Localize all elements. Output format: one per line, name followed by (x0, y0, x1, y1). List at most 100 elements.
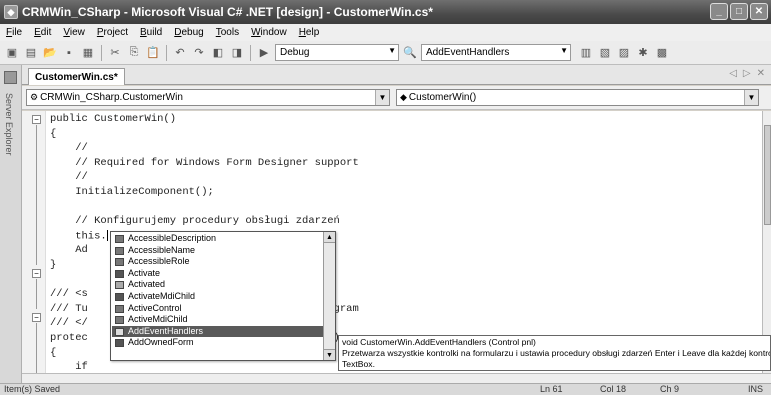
code-line: // Required for Windows Form Designer su… (50, 156, 359, 169)
redo-icon[interactable]: ↷ (191, 45, 207, 61)
tooltip-description-cont: TextBox. (342, 359, 375, 369)
intellisense-item[interactable]: Activated (112, 279, 323, 291)
close-tab-icon[interactable]: ✕ (757, 68, 765, 79)
server-explorer-label[interactable]: Server Explorer (4, 93, 14, 156)
server-explorer-icon[interactable] (4, 71, 17, 84)
collapse-icon[interactable]: − (32, 269, 41, 278)
method-icon (115, 269, 124, 278)
intellisense-item-label: ActivateMdiChild (128, 291, 196, 301)
status-line: Ln 61 (540, 384, 563, 394)
menu-window[interactable]: Window (251, 27, 287, 38)
open-file-icon[interactable]: 📂 (42, 45, 58, 61)
find-combo[interactable]: AddEventHandlers ▼ (421, 44, 571, 61)
navigate-back-icon[interactable]: ◧ (210, 45, 226, 61)
member-dropdown[interactable]: ◆ CustomerWin() ▼ (396, 89, 759, 106)
menu-tools[interactable]: Tools (216, 27, 239, 38)
paste-icon[interactable]: 📋 (145, 45, 161, 61)
toolbar-separator (250, 44, 251, 61)
intellisense-item-label: AccessibleRole (128, 256, 190, 267)
event-icon (115, 281, 124, 290)
window-controls: _ □ ✕ (710, 3, 768, 20)
class-view-icon[interactable]: ✱ (635, 45, 651, 61)
title-bar: ◆ CRMWin_CSharp - Microsoft Visual C# .N… (0, 0, 771, 24)
cut-icon[interactable]: ✂ (107, 45, 123, 61)
status-insert-mode: INS (748, 384, 764, 394)
solution-config-value: Debug (280, 47, 310, 58)
intellisense-item-label: AddEventHandlers (128, 325, 204, 336)
intellisense-item[interactable]: AccessibleDescription (112, 233, 323, 245)
horizontal-scrollbar[interactable] (22, 373, 771, 383)
menu-project[interactable]: Project (97, 27, 128, 38)
toolbar-separator (101, 44, 102, 61)
intellisense-item[interactable]: AccessibleName (112, 245, 323, 257)
menu-debug[interactable]: Debug (174, 27, 203, 38)
copy-icon[interactable]: ⎘ (126, 45, 142, 61)
solution-config-select[interactable]: Debug ▼ (275, 44, 399, 61)
code-line: // Konfigurujemy procedury obsługi zdarz… (50, 215, 340, 228)
outline-margin: − − − (22, 111, 46, 373)
vertical-scrollbar[interactable] (762, 111, 771, 373)
chevron-down-icon: ▼ (375, 90, 389, 105)
server-explorer-strip[interactable]: Server Explorer (0, 65, 22, 383)
maximize-button[interactable]: □ (730, 3, 748, 20)
intellisense-item-label: AccessibleDescription (128, 233, 217, 243)
collapse-icon[interactable]: − (32, 313, 41, 322)
intellisense-scrollbar[interactable]: ▲ ▼ (323, 232, 335, 360)
minimize-button[interactable]: _ (710, 3, 728, 20)
scroll-up-icon[interactable]: ▲ (324, 232, 335, 243)
navigate-forward-icon[interactable]: ◨ (229, 45, 245, 61)
tab-customerwin[interactable]: CustomerWin.cs* (28, 68, 125, 85)
code-line: // (50, 171, 88, 184)
save-all-icon[interactable]: ▦ (80, 45, 96, 61)
text-caret (106, 229, 108, 241)
intellisense-item-label: ActiveControl (128, 302, 182, 313)
intellisense-item[interactable]: ActiveMdiChild (112, 314, 323, 326)
chevron-down-icon: ▼ (744, 90, 758, 105)
intellisense-item-label: Activated (128, 279, 166, 290)
outline-line (36, 279, 37, 309)
intellisense-item-selected[interactable]: AddEventHandlers (112, 325, 323, 338)
tooltip-description: Przetwarza wszystkie kontrolki na formul… (342, 348, 771, 358)
menu-file[interactable]: File (6, 27, 22, 38)
properties-icon[interactable]: ▧ (597, 45, 613, 61)
class-dropdown-value: CRMWin_CSharp.CustomerWin (40, 92, 183, 103)
menu-view[interactable]: View (63, 27, 85, 38)
add-item-icon[interactable]: ▤ (23, 45, 39, 61)
code-line: // (50, 142, 88, 155)
scroll-tabs-left-icon[interactable]: ◁ (729, 68, 737, 79)
intellisense-list[interactable]: AccessibleDescription AccessibleName Acc… (110, 231, 336, 361)
intellisense-item[interactable]: AddOwnedForm (112, 337, 323, 349)
other-windows-icon[interactable]: ▩ (654, 45, 670, 61)
save-icon[interactable]: ▪ (61, 45, 77, 61)
new-project-icon[interactable]: ▣ (4, 45, 20, 61)
intellisense-item[interactable]: Activate (112, 268, 323, 280)
member-dropdown-value: CustomerWin() (408, 92, 477, 103)
intellisense-item[interactable]: AccessibleRole (112, 256, 323, 268)
undo-icon[interactable]: ↶ (172, 45, 188, 61)
scrollbar-thumb[interactable] (764, 125, 771, 225)
menu-help[interactable]: Help (299, 27, 320, 38)
document-tabs: CustomerWin.cs* ◁ ▷ ✕ (22, 65, 771, 85)
scroll-tabs-right-icon[interactable]: ▷ (743, 68, 751, 79)
toolbar-separator (166, 44, 167, 61)
code-line: InitializeComponent(); (50, 185, 214, 198)
scroll-down-icon[interactable]: ▼ (324, 349, 335, 360)
chevron-down-icon: ▼ (388, 46, 396, 55)
solution-explorer-icon[interactable]: ▥ (578, 45, 594, 61)
collapse-icon[interactable]: − (32, 115, 41, 124)
toolbox-icon[interactable]: ▨ (616, 45, 632, 61)
start-debug-icon[interactable]: ▶ (256, 45, 272, 61)
intellisense-item-label: ActiveMdiChild (128, 314, 188, 325)
menu-build[interactable]: Build (140, 27, 162, 38)
menu-edit[interactable]: Edit (34, 27, 51, 38)
property-icon (115, 304, 124, 313)
intellisense-item[interactable]: ActiveControl (112, 303, 323, 315)
tooltip-signature: void CustomerWin.AddEventHandlers (Contr… (342, 337, 536, 347)
close-button[interactable]: ✕ (750, 3, 768, 20)
find-icon[interactable]: 🔍 (402, 45, 418, 61)
navigation-bar: ⚙ CRMWin_CSharp.CustomerWin ▼ ◆ Customer… (22, 86, 771, 110)
outline-line (36, 323, 37, 373)
intellisense-item[interactable]: ActivateMdiChild (112, 291, 323, 303)
class-dropdown[interactable]: ⚙ CRMWin_CSharp.CustomerWin ▼ (26, 89, 390, 106)
quick-info-tooltip: void CustomerWin.AddEventHandlers (Contr… (338, 335, 771, 371)
